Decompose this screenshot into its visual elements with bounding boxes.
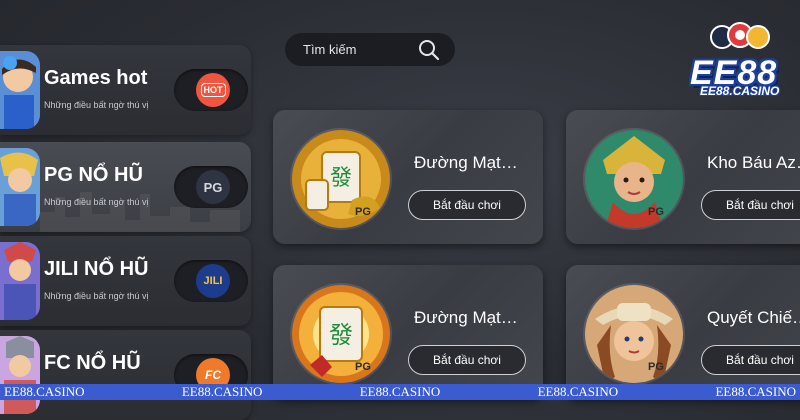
hot-badge-icon: HOT — [196, 73, 230, 107]
category-title: PG NỔ HŨ — [44, 164, 143, 186]
badge-label: FC — [205, 368, 221, 382]
logo-domain: EE88.CASINO — [700, 84, 780, 98]
game-thumbnail — [583, 128, 685, 230]
category-title: JILI NỔ HŨ — [44, 258, 149, 280]
watermark-text: EE88.CASINO — [715, 384, 796, 399]
category-games-hot[interactable]: Games hot Những điều bất ngờ thú vị HOT — [0, 45, 251, 135]
start-game-button[interactable]: Bắt đầu chơi — [408, 190, 526, 220]
provider-tag: PG — [648, 361, 664, 373]
search-placeholder: Tìm kiếm — [303, 42, 357, 57]
character-avatar — [0, 51, 40, 129]
jili-logo-icon: JILI — [196, 264, 230, 298]
category-fc-no-hu[interactable]: FC NỔ HŨ FC — [0, 330, 251, 420]
start-game-button[interactable]: Bắt đầu chơi — [701, 345, 800, 375]
game-thumbnail: 發 — [290, 283, 392, 385]
category-subtitle: Những điều bất ngờ thú vị — [44, 291, 149, 301]
watermark-text: EE88.CASINO — [181, 384, 263, 399]
game-card[interactable]: PG Quyết Chiế… Bắt đầu chơi — [566, 265, 800, 399]
svg-text:發: 發 — [330, 166, 352, 191]
category-badge-slot: JILI — [174, 260, 248, 302]
character-avatar — [0, 336, 40, 414]
svg-text:發: 發 — [329, 321, 353, 349]
start-game-button[interactable]: Bắt đầu chơi — [408, 345, 526, 375]
game-card[interactable]: 發 PG Đường Mạt… Bắt đầu chơi — [273, 110, 543, 244]
category-sidebar: Games hot Những điều bất ngờ thú vị HOT … — [0, 33, 251, 420]
watermark-text: EE88.CASINO — [4, 384, 85, 399]
character-avatar — [0, 148, 40, 226]
start-game-button[interactable]: Bắt đầu chơi — [701, 190, 800, 220]
category-pg-no-hu[interactable]: PG NỔ HŨ Những điều bất ngờ thú vị PG — [0, 142, 251, 232]
game-thumbnail — [583, 283, 685, 385]
watermark-text: EE88.CASINO — [359, 384, 441, 399]
category-badge-slot: PG — [174, 166, 248, 208]
badge-label: JILI — [203, 275, 223, 287]
category-badge-slot: HOT — [174, 69, 248, 111]
game-card[interactable]: 發 PG Đường Mạt… Bắt đầu chơi — [273, 265, 543, 399]
character-avatar — [0, 242, 40, 320]
category-title: Games hot — [44, 67, 148, 89]
game-card[interactable]: PG Kho Báu Az… Bắt đầu chơi — [566, 110, 800, 244]
game-thumbnail: 發 — [290, 128, 392, 230]
category-subtitle: Những điều bất ngờ thú vị — [44, 100, 149, 110]
watermark-strip: EE88.CASINO EE88.CASINO EE88.CASINO EE88… — [0, 384, 800, 400]
provider-tag: PG — [355, 206, 371, 218]
provider-tag: PG — [355, 361, 371, 373]
search-bar[interactable]: Tìm kiếm — [285, 33, 455, 66]
game-name: Đường Mạt… — [414, 153, 518, 172]
watermark-text: EE88.CASINO — [537, 384, 619, 399]
badge-label: HOT — [200, 83, 226, 97]
game-name: Đường Mạt… — [414, 308, 518, 327]
ee88-logo: EE88 EE88.CASINO — [690, 18, 785, 100]
game-name: Quyết Chiế… — [707, 308, 800, 327]
category-subtitle: Những điều bất ngờ thú vị — [44, 197, 149, 207]
pg-logo-icon: PG — [196, 170, 230, 204]
category-jili-no-hu[interactable]: JILI NỔ HŨ Những điều bất ngờ thú vị JIL… — [0, 236, 251, 326]
provider-tag: PG — [648, 206, 664, 218]
search-icon[interactable] — [418, 39, 440, 61]
game-name: Kho Báu Az… — [707, 153, 800, 172]
billiard-balls-icon — [710, 22, 770, 49]
category-title: FC NỔ HŨ — [44, 352, 141, 374]
badge-label: PG — [203, 179, 223, 195]
